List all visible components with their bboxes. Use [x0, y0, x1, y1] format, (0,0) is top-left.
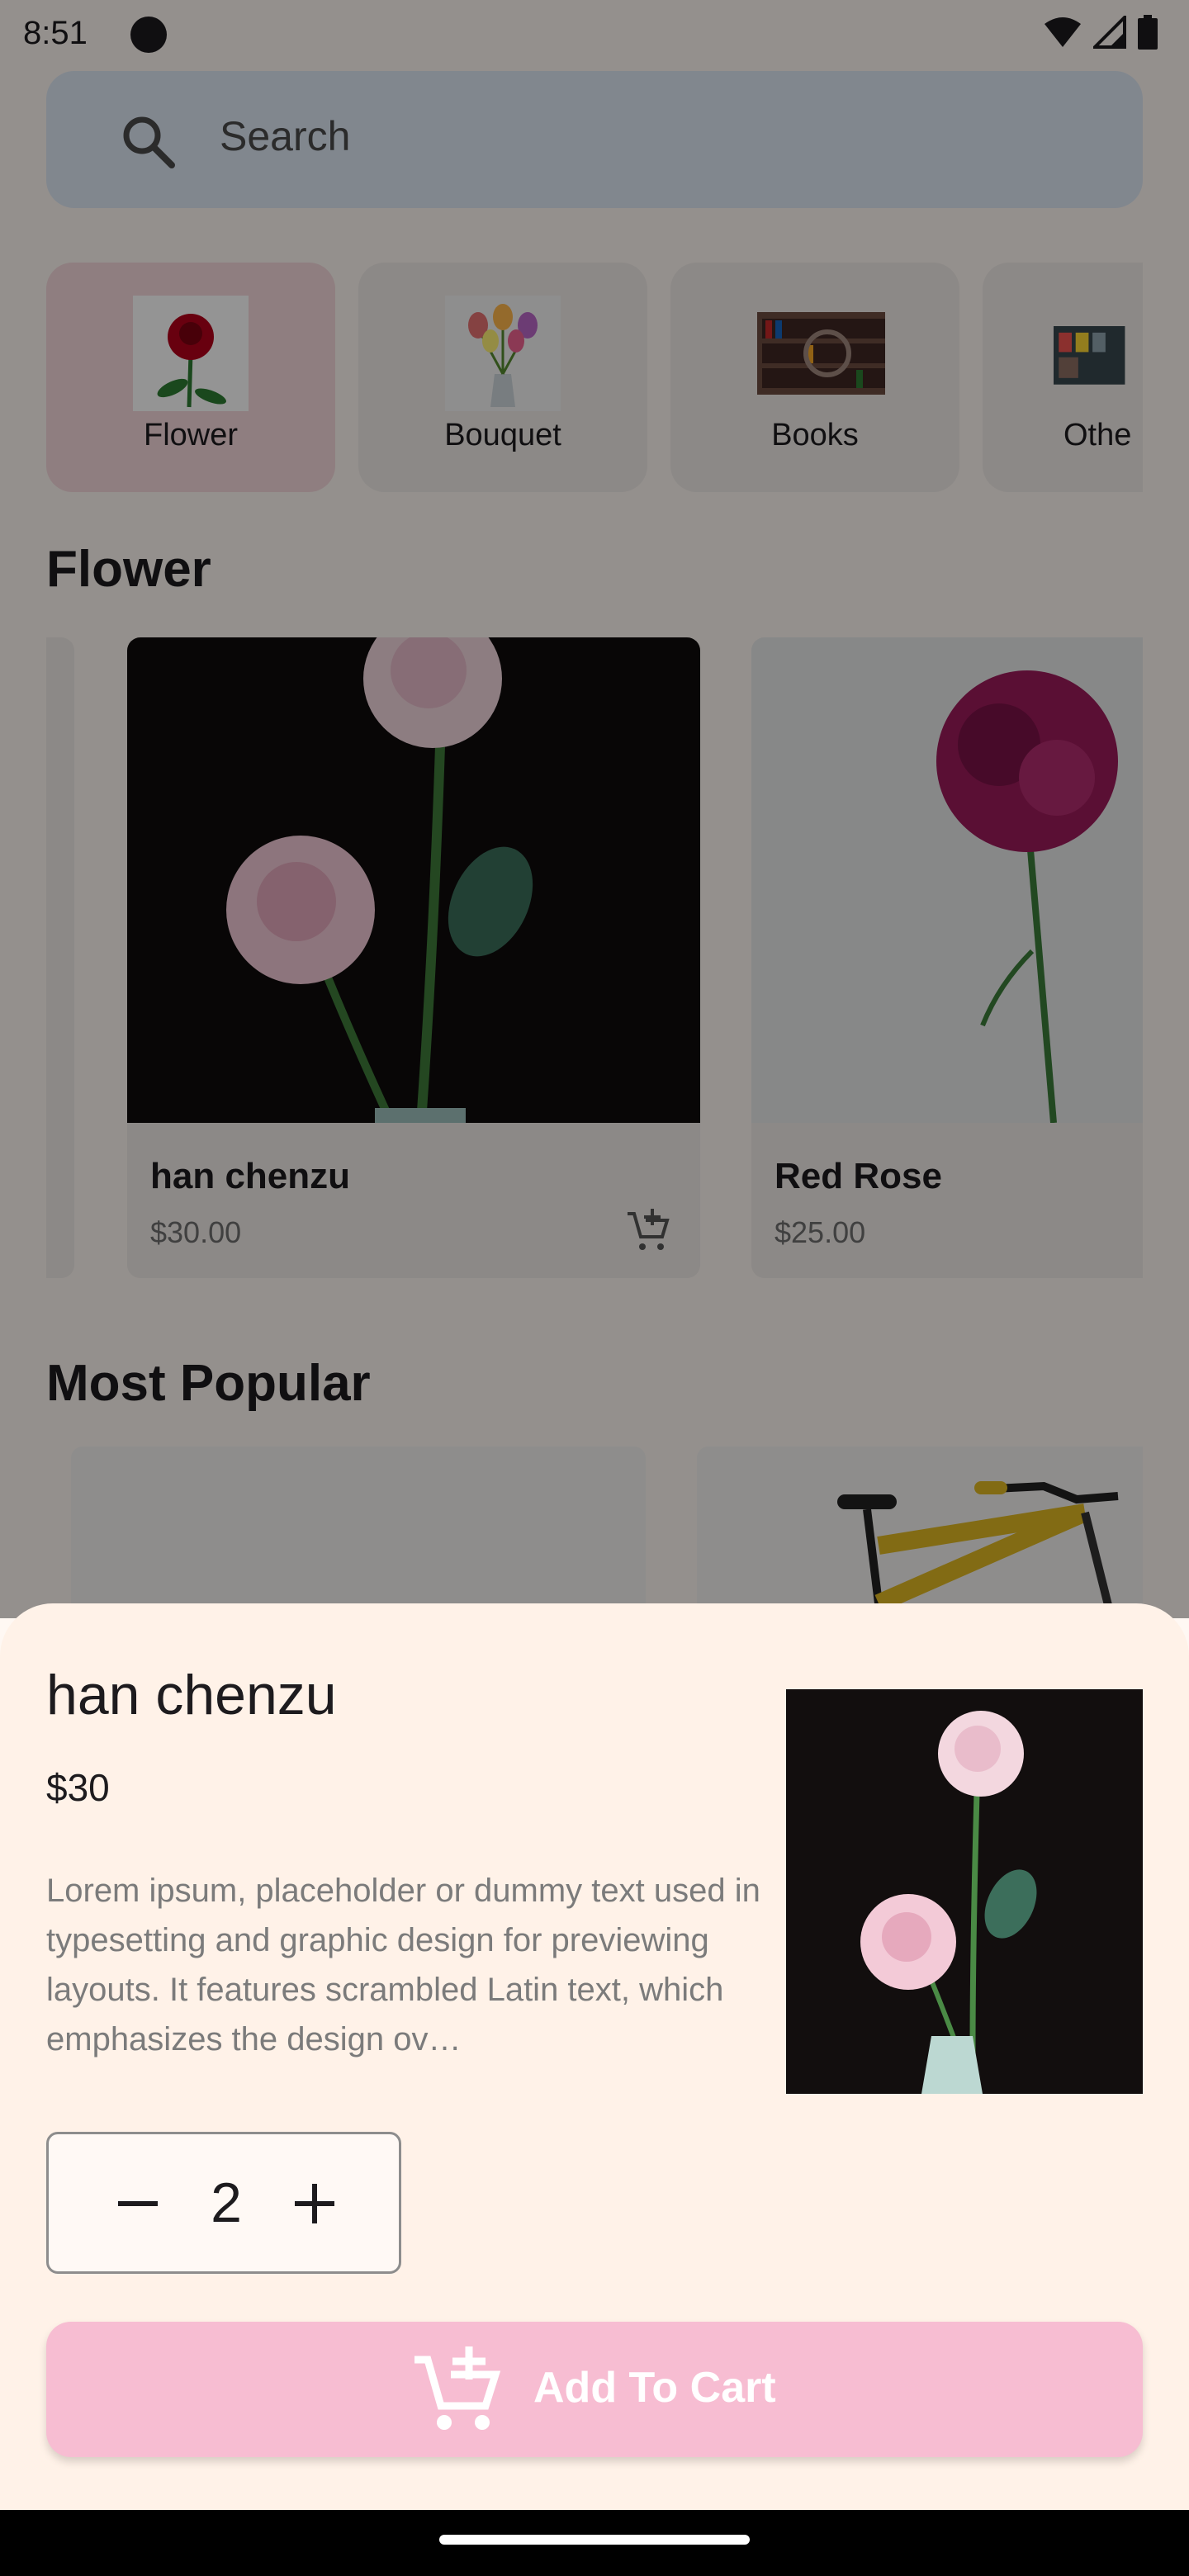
minus-icon[interactable]	[113, 2179, 163, 2228]
add-to-cart-label: Add To Cart	[533, 2364, 776, 2412]
modal-scrim[interactable]	[0, 0, 1189, 1618]
system-navigation-bar	[0, 2510, 1189, 2576]
sheet-product-description: Lorem ipsum, placeholder or dummy text u…	[46, 1873, 760, 2057]
add-shopping-cart-icon	[414, 2346, 501, 2430]
quantity-stepper: 2	[46, 2132, 401, 2274]
sheet-product-price: $30	[46, 1766, 110, 1809]
plus-icon[interactable]	[290, 2179, 339, 2228]
sheet-product-image	[786, 1689, 1143, 2094]
product-detail-sheet: han chenzu $30 Lorem ipsum, placeholder …	[0, 1603, 1189, 2510]
sheet-product-title: han chenzu	[46, 1664, 337, 1726]
home-gesture-handle[interactable]	[439, 2535, 750, 2545]
quantity-value: 2	[211, 2171, 242, 2234]
app-root: 8:51 Search Flower Bouquet Books Othe Fl…	[0, 0, 1189, 2576]
add-to-cart-button[interactable]: Add To Cart	[46, 2322, 1143, 2457]
